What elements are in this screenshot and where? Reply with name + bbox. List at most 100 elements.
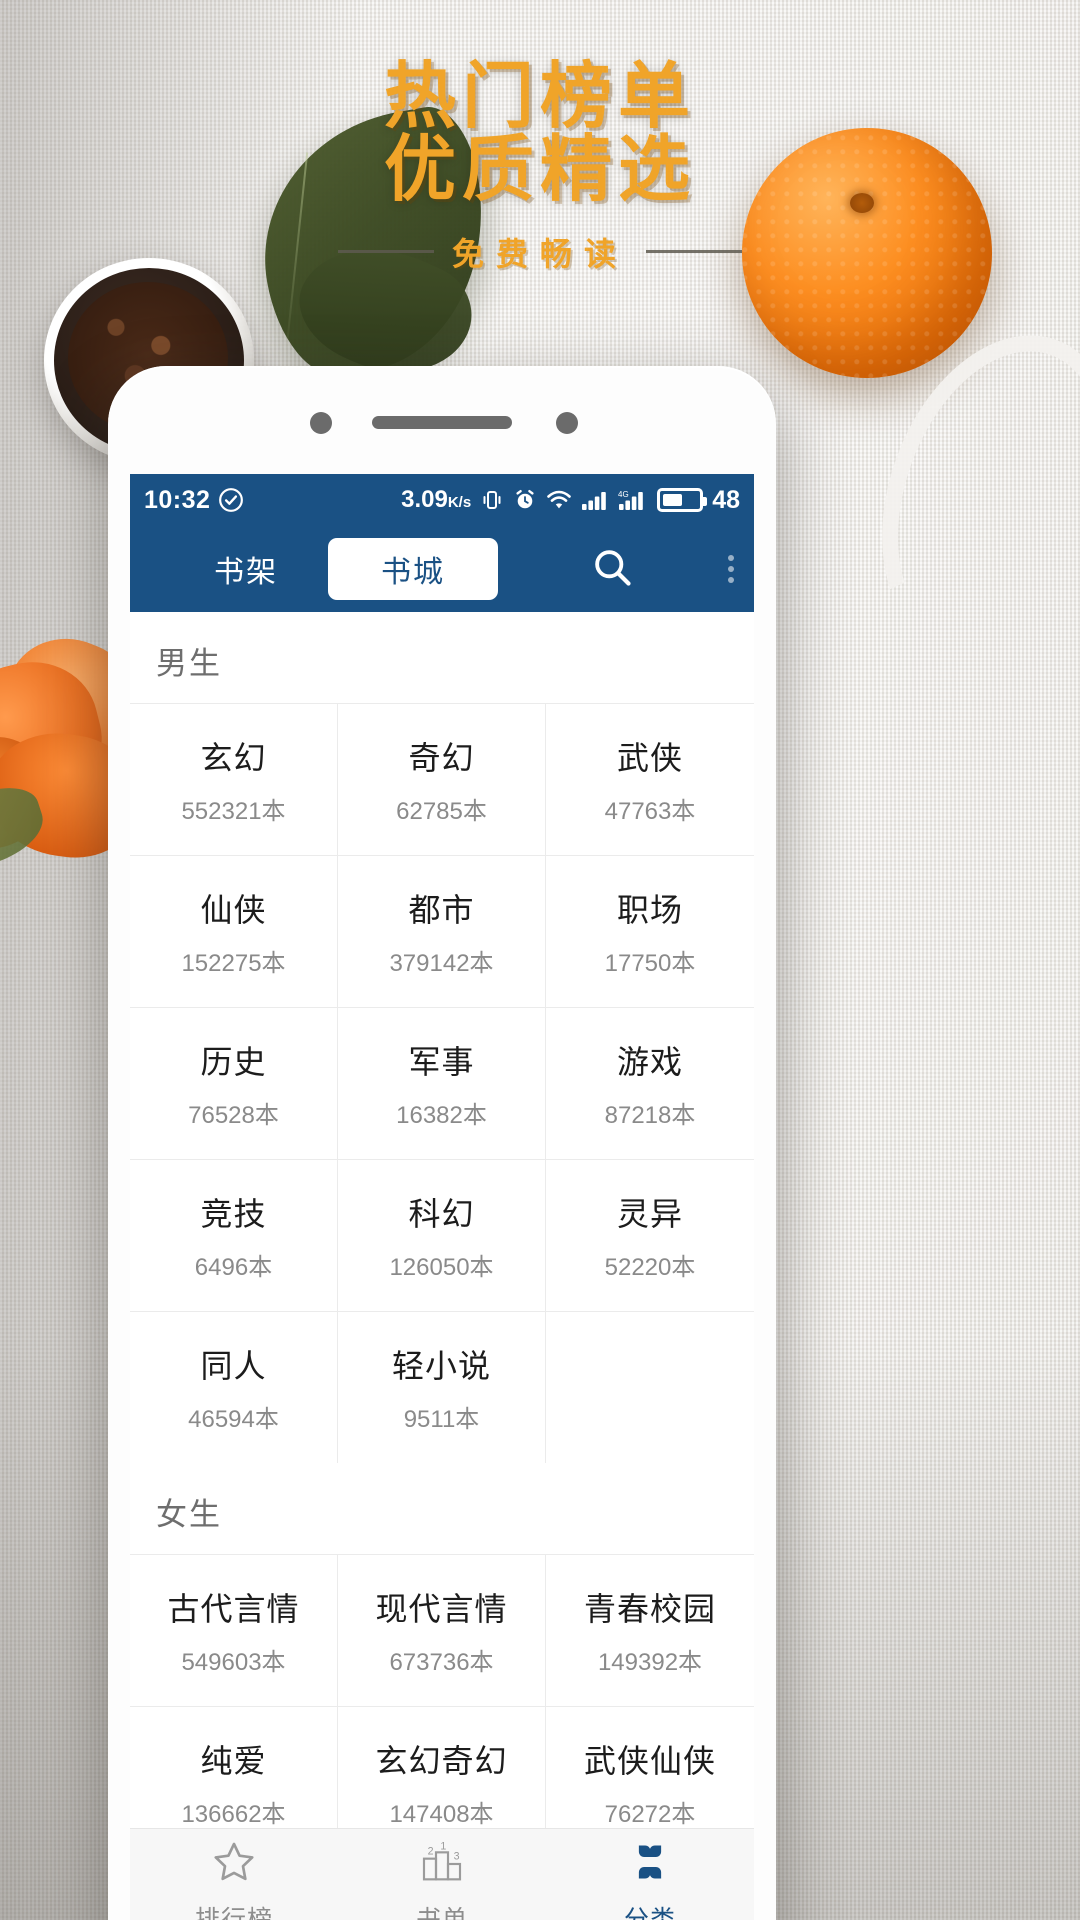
category-cell-empty [546,1311,754,1463]
category-count: 16382本 [396,1102,487,1129]
category-count: 17750本 [604,950,696,977]
category-count: 6496本 [194,1254,273,1281]
category-grid-male: 玄幻 552321本 奇幻 62785本 武侠 47763本 仙侠 152275本 都市… [130,703,754,1463]
category-count: 76272本 [604,1801,696,1828]
signal-bars-icon [581,489,609,511]
category-count: 147408本 [389,1801,494,1828]
category-cell[interactable]: 历史 76528本 [130,1007,338,1159]
tab-bookshelf[interactable]: 书架 [214,547,278,591]
signal-bars-4g-icon: 4G [618,489,648,511]
category-cell[interactable]: 纯爱 136662本 [130,1706,338,1828]
star-icon [211,1839,257,1890]
front-camera-icon [310,412,332,434]
category-name: 现代言情 [375,1591,508,1627]
status-bar: 10:32 3.09 K/s 4G 48 [130,474,754,526]
section-title-male: 男生 [156,646,222,681]
category-name: 仙侠 [200,892,267,928]
category-cell[interactable]: 现代言情 673736本 [338,1554,546,1706]
headline-subtitle-row: 免费畅读 [0,229,1080,275]
category-name: 玄幻奇幻 [375,1743,508,1779]
category-count: 87218本 [604,1102,696,1129]
category-cell[interactable]: 玄幻奇幻 147408本 [338,1706,546,1828]
svg-text:2: 2 [428,1846,434,1858]
headline-subtitle: 免费畅读 [451,234,628,273]
category-name: 玄幻 [200,740,267,776]
category-cell[interactable]: 军事 16382本 [338,1007,546,1159]
category-count: 46594本 [188,1406,279,1433]
category-name: 游戏 [616,1044,683,1080]
category-name: 职场 [616,892,683,928]
section-title-female: 女生 [156,1497,222,1532]
svg-text:1: 1 [440,1841,446,1853]
category-count: 62785本 [396,798,487,825]
category-count: 126050本 [389,1254,494,1281]
category-cell[interactable]: 游戏 87218本 [546,1007,754,1159]
category-count: 379142本 [389,950,494,977]
vibrate-icon [480,488,504,512]
category-grid-female: 古代言情 549603本 现代言情 673736本 青春校园 149392本 纯爱 13… [130,1554,754,1828]
category-name: 都市 [408,892,475,928]
bottom-tab-ranking[interactable]: 排行榜 [130,1829,338,1920]
bottom-tab-label: 排行榜 [194,1906,273,1920]
category-name: 历史 [200,1044,267,1080]
category-name: 纯爱 [200,1743,267,1779]
category-count: 47763本 [604,798,696,825]
phone-mockup: 10:32 3.09 K/s 4G 48 书架 书城 男生 玄幻 552321本… [108,366,776,1920]
more-vertical-icon[interactable] [728,555,734,583]
status-right-group: 3.09 K/s 4G 48 [401,486,740,515]
category-count: 149392本 [597,1649,703,1676]
category-cell[interactable]: 玄幻 552321本 [130,703,338,855]
category-cell[interactable]: 竞技 6496本 [130,1159,338,1311]
status-time: 10:32 [144,485,211,514]
category-cell[interactable]: 武侠 47763本 [546,703,754,855]
rule-right [646,250,742,254]
category-cell[interactable]: 职场 17750本 [546,855,754,1007]
category-cell[interactable]: 轻小说 9511本 [338,1311,546,1463]
battery-level: 48 [712,485,740,514]
signal-4g-label: 4G [618,490,629,499]
headline-line-1: 热门榜单 [383,54,696,138]
category-name: 灵异 [616,1196,683,1232]
app-navbar: 书架 书城 [130,526,754,612]
category-cell[interactable]: 仙侠 152275本 [130,855,338,1007]
category-count: 76528本 [188,1102,279,1129]
category-name: 轻小说 [391,1348,491,1384]
category-name: 青春校园 [583,1591,716,1627]
category-name: 军事 [408,1044,475,1080]
grid-four-icon [627,1839,673,1890]
category-name: 科幻 [408,1196,475,1232]
category-count: 673736本 [389,1649,494,1676]
category-count: 552321本 [181,798,286,825]
category-cell[interactable]: 同人 46594本 [130,1311,338,1463]
svg-text:3: 3 [454,1850,460,1862]
category-cell[interactable]: 青春校园 149392本 [546,1554,754,1706]
network-speed-unit: K/s [447,494,472,511]
category-cell[interactable]: 灵异 52220本 [546,1159,754,1311]
category-cell[interactable]: 都市 379142本 [338,855,546,1007]
category-name: 武侠仙侠 [583,1743,716,1779]
category-cell[interactable]: 古代言情 549603本 [130,1554,338,1706]
phone-screen: 10:32 3.09 K/s 4G 48 书架 书城 男生 玄幻 552321本… [130,474,754,1920]
category-cell[interactable]: 奇幻 62785本 [338,703,546,855]
category-count: 136662本 [181,1801,286,1828]
bottom-tab-booklist[interactable]: 2 1 3 书单 [338,1829,546,1920]
search-icon[interactable] [590,545,634,594]
network-speed: 3.09 K/s [401,486,471,514]
category-count: 152275本 [181,950,286,977]
rule-left [337,250,434,254]
alarm-icon [513,488,537,512]
earpiece-speaker [372,416,512,429]
bottom-tab-bar: 排行榜 2 1 3 书单 分类 [130,1828,754,1920]
network-speed-value: 3.09 [401,486,448,513]
category-cell[interactable]: 武侠仙侠 76272本 [546,1706,754,1828]
category-cell[interactable]: 科幻 126050本 [338,1159,546,1311]
battery-icon [657,488,708,512]
category-count: 9511本 [403,1406,480,1433]
phone-top-bezel [108,366,776,474]
category-content: 男生 玄幻 552321本 奇幻 62785本 武侠 47763本 仙侠 152275本… [130,612,754,1828]
bottom-tab-category[interactable]: 分类 [546,1829,754,1920]
podium-icon: 2 1 3 [417,1839,467,1890]
category-name: 竞技 [200,1196,267,1232]
category-name: 奇幻 [408,740,475,776]
tab-bookstore[interactable]: 书城 [328,538,498,600]
